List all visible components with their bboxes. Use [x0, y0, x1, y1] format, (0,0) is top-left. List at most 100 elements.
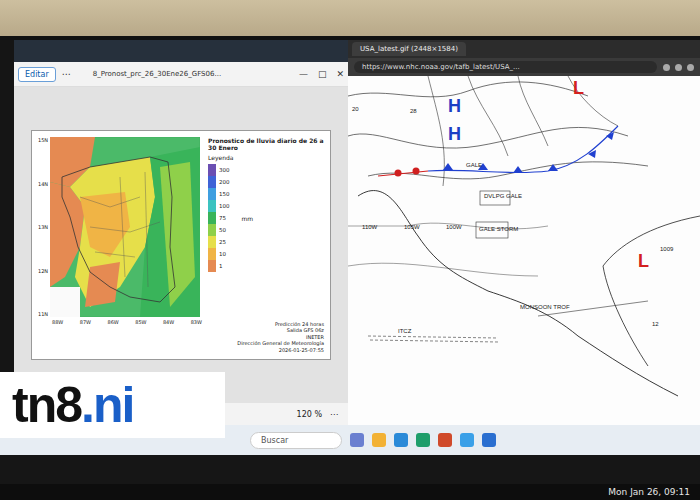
map-label: 100W — [446, 224, 462, 230]
browser-window: USA_latest.gif (2448×1584) https://www.nh… — [348, 40, 700, 425]
scale-value: 150 — [219, 191, 230, 197]
zoom-level[interactable]: 120 % — [297, 410, 322, 419]
toolbar-icon[interactable] — [663, 64, 670, 71]
more-button[interactable]: ⋯ — [62, 69, 71, 79]
scale-swatch — [208, 188, 216, 200]
timestamp: 2026-01-25-07:55 — [208, 347, 324, 354]
unit: mm — [242, 215, 254, 222]
bottom-bezel: Mon Jan 26, 09:11 — [0, 455, 700, 500]
lat-tick: 15N — [38, 137, 48, 143]
window-control[interactable]: ✕ — [336, 69, 344, 79]
scale-row: 300 200 150 100 75 50 25 10 1 mm — [208, 164, 324, 272]
scale-swatch — [208, 164, 216, 176]
clock: Mon Jan 26, 09:11 — [608, 487, 690, 497]
window-control[interactable]: — — [299, 69, 308, 79]
forecast-chart: 15N14N13N12N11N88W87W86W85W84W83WPronost… — [31, 130, 331, 360]
scale-value: 50 — [219, 227, 226, 233]
pressure-center-label: L — [573, 78, 584, 99]
edit-button[interactable]: Editar — [18, 67, 56, 82]
map-label: 12 — [652, 321, 659, 327]
app-icon[interactable] — [372, 433, 386, 447]
legend: Pronostico de lluvia diario de 26 a 30 E… — [208, 137, 324, 353]
scale-step: 300 — [208, 164, 230, 176]
chart-title: Pronostico de lluvia diario de 26 a 30 E… — [208, 137, 324, 151]
scale-value: 25 — [219, 239, 226, 245]
title-bar: Editar ⋯ 8_Pronost_prc_26_30Ene26_GFS06...… — [14, 62, 348, 87]
map-label: 20 — [352, 106, 359, 112]
logo-suffix: .ni — [81, 376, 133, 434]
lon-tick: 86W — [107, 319, 118, 325]
lat-axis: 15N14N13N12N11N — [38, 137, 48, 317]
lat-tick: 13N — [38, 224, 48, 230]
app-icon[interactable] — [460, 433, 474, 447]
browser-icons — [663, 64, 694, 71]
address-bar: https://www.nhc.noaa.gov/tafb_latest/USA… — [348, 58, 700, 76]
rain-map — [50, 137, 200, 317]
lon-tick: 85W — [135, 319, 146, 325]
toolbar-icon[interactable] — [675, 64, 682, 71]
footer-line: Predicción 24 horas — [208, 321, 324, 328]
footer-line: Dirección General de Meteorología — [208, 340, 324, 347]
scale-step: 25 — [208, 236, 230, 248]
map-label: GALE STORM — [479, 226, 518, 232]
pressure-center-label: H — [448, 124, 461, 145]
map-label: ITCZ — [398, 328, 411, 334]
legend-title: Leyenda — [208, 154, 324, 161]
zoom-more[interactable]: ⋯ — [330, 410, 338, 419]
scale-value: 75 — [219, 215, 226, 221]
window-title: 8_Pronost_prc_26_30Ene26_GFS06... — [77, 70, 293, 78]
scale-value: 300 — [219, 167, 230, 173]
lat-tick: 14N — [38, 181, 48, 187]
scale-value: 200 — [219, 179, 230, 185]
pressure-center-label: L — [638, 251, 649, 272]
map-column: 15N14N13N12N11N88W87W86W85W84W83W — [38, 137, 202, 353]
scale-value: 10 — [219, 251, 226, 257]
app-icon[interactable] — [482, 433, 496, 447]
scale-value: 100 — [219, 203, 230, 209]
scale-swatch — [208, 248, 216, 260]
map-label: 105W — [404, 224, 420, 230]
lat-tick: 11N — [38, 311, 48, 317]
chart-footer: Predicción 24 horasSalida GFS 06zINETERD… — [208, 321, 324, 354]
scale-swatch — [208, 236, 216, 248]
window-controls: — □ ✕ — [299, 69, 344, 79]
app-icon[interactable] — [394, 433, 408, 447]
pressure-center-label: H — [448, 96, 461, 117]
lon-tick: 84W — [163, 319, 174, 325]
lon-axis: 88W 87W 86W 85W 84W 83W — [38, 319, 202, 325]
map-row: 15N14N13N12N11N — [38, 137, 202, 317]
wall — [0, 0, 700, 36]
lon-tick: 87W — [80, 319, 91, 325]
browser-tab[interactable]: USA_latest.gif (2448×1584) — [352, 42, 466, 56]
scale-step: 100 — [208, 200, 230, 212]
app-icon[interactable] — [416, 433, 430, 447]
lon-tick: 83W — [191, 319, 202, 325]
scale-value: 1 — [219, 263, 223, 269]
scale-swatch — [208, 200, 216, 212]
url-field[interactable]: https://www.nhc.noaa.gov/tafb_latest/USA… — [354, 61, 657, 73]
footer-line: INETER — [208, 334, 324, 341]
scale-swatch — [208, 176, 216, 188]
screen: Editar ⋯ 8_Pronost_prc_26_30Ene26_GFS06...… — [0, 40, 700, 425]
scale-swatch — [208, 260, 216, 272]
map-label: GALE — [466, 162, 482, 168]
surface-map: HHLLGALEDVLPG GALEGALE STORMMONSOON TROF… — [348, 76, 700, 425]
image-viewer-window: Editar ⋯ 8_Pronost_prc_26_30Ene26_GFS06...… — [14, 62, 348, 425]
toolbar-icon[interactable] — [687, 64, 694, 71]
logo-main: tn8 — [12, 376, 81, 434]
scale-swatch — [208, 212, 216, 224]
map-label: MONSOON TROF — [520, 304, 570, 310]
lon-tick: 88W — [52, 319, 63, 325]
taskbar-search[interactable]: Buscar — [250, 432, 342, 449]
scale-step: 50 — [208, 224, 230, 236]
scale-step: 200 — [208, 176, 230, 188]
footer-line: Salida GFS 06z — [208, 327, 324, 334]
status-strip: Mon Jan 26, 09:11 — [0, 484, 700, 500]
app-icon[interactable] — [438, 433, 452, 447]
map-label: 28 — [410, 108, 417, 114]
taskbar-apps — [350, 433, 496, 447]
app-icon[interactable] — [350, 433, 364, 447]
tab-bar: USA_latest.gif (2448×1584) — [348, 40, 700, 58]
monitor-edge — [0, 40, 14, 425]
window-control[interactable]: □ — [318, 69, 327, 79]
